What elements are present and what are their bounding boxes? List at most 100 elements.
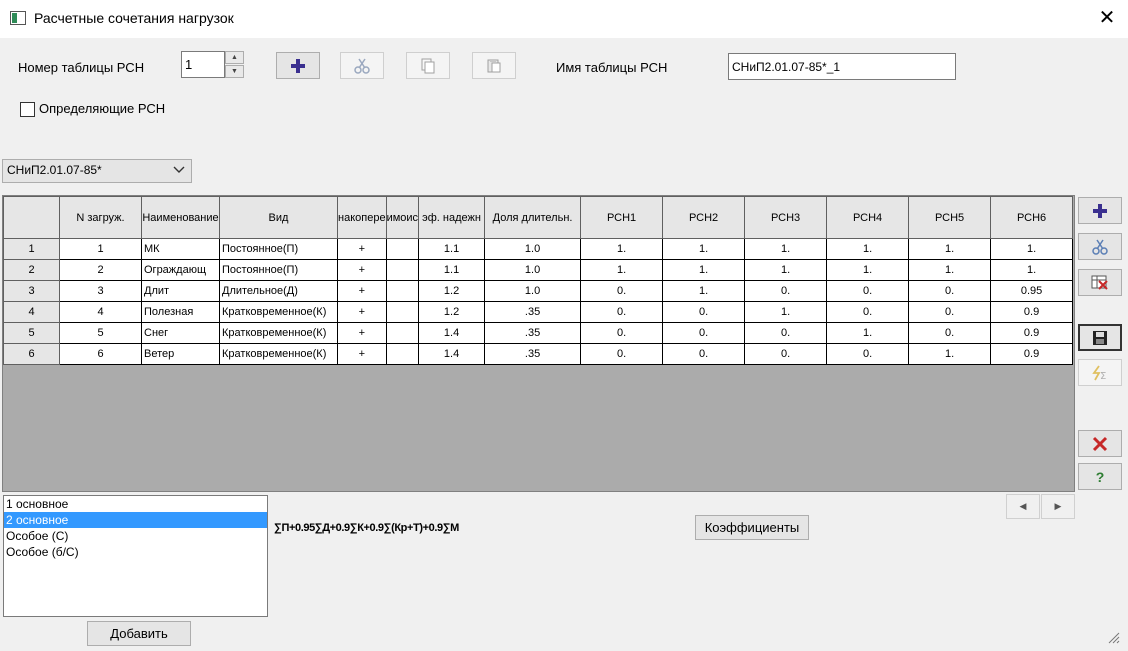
table-cell[interactable]: Ограждающ (141, 259, 220, 281)
column-header[interactable]: РСН2 (662, 196, 746, 239)
norm-select[interactable]: СНиП2.01.07-85* (2, 159, 192, 183)
table-cell[interactable]: 1.1 (418, 259, 486, 281)
table-row[interactable]: 5 5 Снег Кратковременное(К) +1.4.35 0. 0. 0. 1. 0… (3, 322, 1074, 344)
defining-checkbox[interactable] (20, 102, 35, 117)
column-header[interactable]: РСН3 (744, 196, 828, 239)
table-cell[interactable]: 1. (662, 280, 746, 302)
table-cell[interactable]: + (337, 280, 387, 302)
table-cell[interactable]: 1. (908, 259, 992, 281)
table-cell[interactable]: 0. (580, 322, 664, 344)
row-header[interactable]: 1 (3, 238, 60, 260)
add-combination-button[interactable]: Добавить (87, 621, 191, 646)
coefficients-button[interactable]: Коэффициенты (695, 515, 809, 540)
table-name-input[interactable] (728, 53, 956, 80)
table-cell[interactable]: 0. (826, 280, 910, 302)
spin-down-icon[interactable]: ▼ (225, 65, 244, 78)
table-cell[interactable]: 6 (59, 343, 142, 365)
table-row[interactable]: 2 2 Ограждающ Постоянное(П) +1.1 1.0 1. 1. 1. 1. 1… (3, 259, 1074, 281)
table-cell[interactable]: 1. (744, 301, 828, 323)
column-header[interactable]: РСН4 (826, 196, 910, 239)
table-cell[interactable]: + (337, 343, 387, 365)
copy-table-button[interactable] (406, 52, 450, 79)
table-cell[interactable]: 0.9 (990, 301, 1074, 323)
table-cell[interactable]: + (337, 322, 387, 344)
table-cell[interactable]: 1. (826, 238, 910, 260)
table-cell[interactable]: 5 (59, 322, 142, 344)
table-cell[interactable]: 1. (908, 238, 992, 260)
column-header[interactable]: накопере (337, 196, 387, 239)
table-cell[interactable]: 1. (990, 238, 1074, 260)
table-cell[interactable]: 1. (990, 259, 1074, 281)
table-cell[interactable] (386, 259, 420, 281)
table-number-spinner[interactable]: ▲ ▼ (181, 51, 244, 78)
add-row-button[interactable] (1078, 197, 1122, 224)
list-item[interactable]: 2 основное (4, 512, 267, 528)
column-header[interactable]: Наименование (141, 196, 220, 239)
cut-table-button[interactable] (340, 52, 384, 79)
table-cell[interactable]: 1. (908, 343, 992, 365)
table-cell[interactable]: Длит (141, 280, 220, 302)
table-cell[interactable]: 0. (744, 343, 828, 365)
table-cell[interactable]: Полезная (141, 301, 220, 323)
table-cell[interactable] (386, 238, 420, 260)
table-cell[interactable]: 1. (662, 259, 746, 281)
column-header[interactable]: эф. надежн (418, 196, 486, 239)
column-header[interactable]: РСН1 (580, 196, 664, 239)
table-cell[interactable]: 1. (744, 259, 828, 281)
close-icon[interactable]: ✕ (1094, 4, 1120, 32)
delete-column-button[interactable] (1078, 269, 1122, 296)
table-cell[interactable]: + (337, 238, 387, 260)
loads-grid[interactable]: N загруж. Наименование Вид накопере имоис эф.… (2, 195, 1075, 492)
table-cell[interactable]: Снег (141, 322, 220, 344)
table-cell[interactable]: 4 (59, 301, 142, 323)
table-cell[interactable]: 0. (662, 343, 746, 365)
table-cell[interactable]: 0. (662, 322, 746, 344)
table-cell[interactable]: 2 (59, 259, 142, 281)
table-cell[interactable]: 0. (744, 322, 828, 344)
table-cell[interactable]: 1.0 (484, 259, 582, 281)
table-cell[interactable]: 0.9 (990, 343, 1074, 365)
table-row[interactable]: 4 4 Полезная Кратковременное(К) +1.2.35 0. 0. 1… (3, 301, 1074, 323)
table-cell[interactable]: 0. (662, 301, 746, 323)
resize-grip-icon[interactable] (1106, 630, 1120, 644)
list-item[interactable]: Особое (б/С) (4, 544, 267, 560)
table-cell[interactable]: 1 (59, 238, 142, 260)
cut-row-button[interactable] (1078, 233, 1122, 260)
table-cell[interactable] (386, 343, 420, 365)
auto-sum-button[interactable]: Σ (1078, 359, 1122, 386)
table-cell[interactable]: МК (141, 238, 220, 260)
column-header[interactable]: Вид (219, 196, 338, 239)
column-header[interactable]: N загруж. (59, 196, 142, 239)
delete-button[interactable] (1078, 430, 1122, 457)
column-header[interactable]: РСН5 (908, 196, 992, 239)
table-row[interactable]: 6 6 Ветер Кратковременное(К) +1.4.35 0. 0. 0. 0.… (3, 343, 1074, 365)
table-cell[interactable]: 1.1 (418, 238, 486, 260)
table-cell[interactable]: Постоянное(П) (219, 238, 338, 260)
list-item[interactable]: 1 основное (4, 496, 267, 512)
table-cell[interactable]: 0.95 (990, 280, 1074, 302)
table-cell[interactable]: 1.2 (418, 301, 486, 323)
row-header[interactable]: 2 (3, 259, 60, 281)
table-number-input[interactable] (181, 51, 225, 78)
table-cell[interactable]: Длительное(Д) (219, 280, 338, 302)
table-cell[interactable]: 0. (826, 301, 910, 323)
table-row[interactable]: 3 3 Длит Длительное(Д) +1.2 1.0 0. 1. 0. 0. 0. 0.95 (3, 280, 1074, 302)
table-cell[interactable]: .35 (484, 322, 582, 344)
spin-up-icon[interactable]: ▲ (225, 51, 244, 64)
table-cell[interactable]: 1. (826, 259, 910, 281)
table-cell[interactable]: 0.9 (990, 322, 1074, 344)
paste-table-button[interactable] (472, 52, 516, 79)
add-table-button[interactable] (276, 52, 320, 79)
table-cell[interactable]: Кратковременное(К) (219, 322, 338, 344)
table-cell[interactable]: 0. (908, 322, 992, 344)
scroll-right-icon[interactable]: ▶ (1041, 494, 1075, 519)
table-cell[interactable]: 0. (744, 280, 828, 302)
table-cell[interactable]: 0. (580, 343, 664, 365)
table-cell[interactable]: 1.4 (418, 322, 486, 344)
table-cell[interactable]: .35 (484, 301, 582, 323)
table-cell[interactable]: 1. (580, 238, 664, 260)
column-header[interactable]: Доля длительн. (484, 196, 582, 239)
column-header[interactable]: РСН6 (990, 196, 1074, 239)
table-cell[interactable]: 1.4 (418, 343, 486, 365)
table-cell[interactable]: 1. (826, 322, 910, 344)
